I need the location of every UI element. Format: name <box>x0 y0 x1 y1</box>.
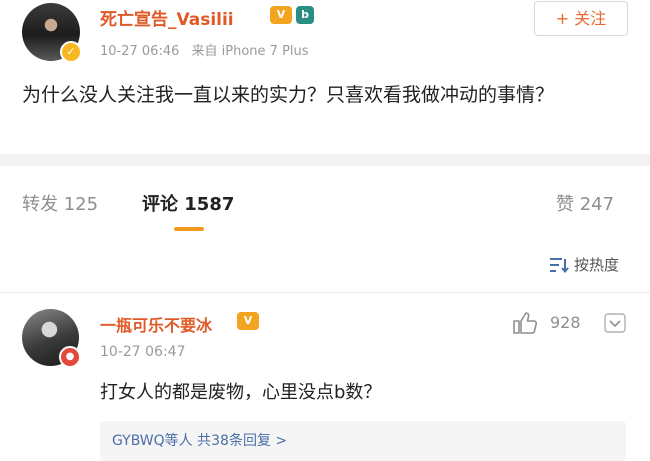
post-source: 来自 iPhone 7 Plus <box>191 44 309 59</box>
verified-icon: ✓ <box>60 41 82 63</box>
comment-avatar[interactable]: ● <box>22 309 81 368</box>
level-badge-icon[interactable]: b <box>296 6 314 24</box>
tab-likes[interactable]: 赞 247 <box>556 190 614 216</box>
post-username[interactable]: 死亡宣告_Vasilii <box>100 5 234 30</box>
sort-by-heat-button[interactable]: 按热度 <box>574 254 619 275</box>
vip-crown-icon[interactable]: V <box>237 312 259 330</box>
thumbs-up-icon[interactable] <box>512 311 538 335</box>
vip-crown-icon[interactable]: V <box>270 6 292 24</box>
divider <box>0 292 650 293</box>
active-tab-indicator <box>174 227 204 231</box>
tab-comments[interactable]: 评论 1587 <box>142 190 234 216</box>
replies-box[interactable]: GYBWQ等人 共38条回复 > <box>100 421 626 461</box>
comment-username[interactable]: 一瓶可乐不要冰 <box>100 312 212 336</box>
post-text: 为什么没人关注我一直以来的实力？只喜欢看我做冲动的事情？ <box>22 84 555 106</box>
sort-icon[interactable] <box>549 257 569 273</box>
comment-time: 10-27 06:47 <box>100 344 186 360</box>
section-divider <box>0 154 650 166</box>
tab-repost[interactable]: 转发 125 <box>22 190 98 216</box>
post-meta: 10-27 06:46 来自 iPhone 7 Plus <box>100 40 317 59</box>
comment-like-count: 928 <box>550 313 581 332</box>
user-badge-icon: ● <box>59 346 81 368</box>
follow-button[interactable]: + 关注 <box>534 1 628 36</box>
comment-text: 打女人的都是废物，心里没点b数？ <box>100 382 382 403</box>
chevron-down-icon[interactable] <box>604 313 626 333</box>
post-time: 10-27 06:46 <box>100 44 180 59</box>
post-avatar[interactable]: ✓ <box>22 3 82 63</box>
